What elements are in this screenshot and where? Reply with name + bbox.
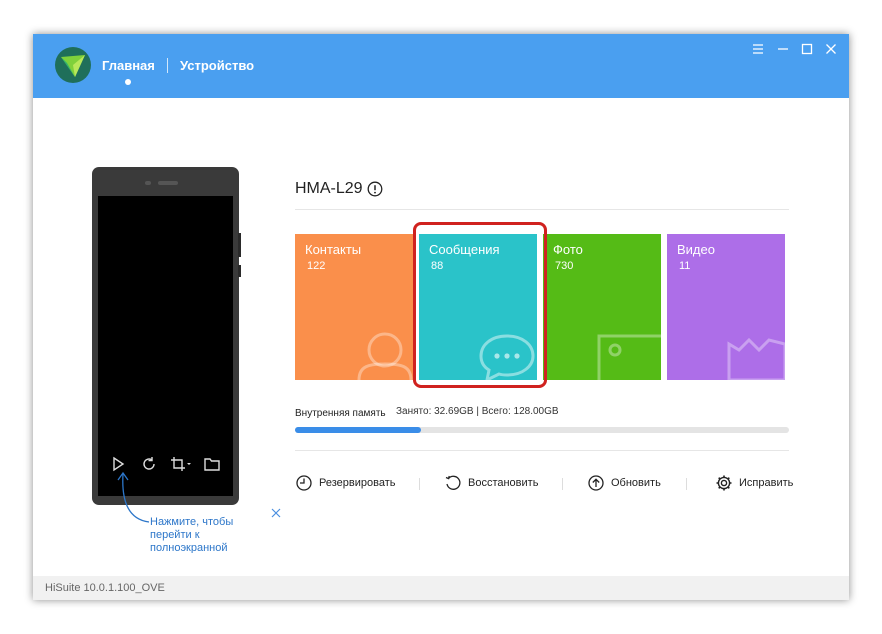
update-icon: [588, 475, 604, 491]
tile-video[interactable]: Видео 11: [667, 234, 785, 380]
tile-photos[interactable]: Фото 730: [543, 234, 661, 380]
status-bar: HiSuite 10.0.1.100_OVE: [33, 576, 849, 600]
minimize-icon[interactable]: [776, 42, 790, 56]
action-divider: [686, 478, 687, 490]
tile-contacts[interactable]: Контакты 122: [295, 234, 413, 380]
action-label: Обновить: [611, 477, 661, 489]
action-label: Резервировать: [319, 477, 396, 489]
info-icon[interactable]: [367, 181, 383, 197]
hisuite-logo: [55, 47, 91, 83]
divider: [295, 209, 789, 210]
tile-count: 122: [307, 260, 326, 272]
hint-arrow-icon: [117, 471, 150, 523]
folder-icon[interactable]: [203, 455, 221, 473]
main-content: Нажмите, чтобы перейти к полноэкранной H…: [33, 98, 849, 576]
divider: [295, 450, 789, 451]
action-label: Исправить: [739, 477, 794, 489]
action-label: Восстановить: [468, 477, 539, 489]
phone-camera: [145, 181, 151, 185]
phone-preview[interactable]: [92, 167, 241, 505]
storage-bar: [295, 427, 789, 433]
restore-icon: [445, 475, 461, 490]
gear-icon: [716, 475, 732, 491]
tile-label: Контакты: [305, 242, 362, 257]
crop-icon[interactable]: [170, 455, 192, 473]
device-model: HMA-L29: [295, 180, 363, 197]
backup-icon: [296, 475, 312, 491]
active-tab-indicator: [125, 79, 131, 85]
phone-screen[interactable]: [98, 196, 233, 496]
nav-divider: [167, 58, 168, 73]
storage-label: Внутренняя память: [295, 408, 386, 419]
phone-speaker: [158, 181, 178, 185]
menu-icon[interactable]: [751, 42, 765, 56]
contact-icon: [357, 332, 413, 380]
action-divider: [562, 478, 563, 490]
version-label: HiSuite 10.0.1.100_OVE: [45, 582, 165, 594]
tab-home[interactable]: Главная: [102, 58, 155, 73]
selection-highlight: [413, 222, 547, 388]
tile-count: 11: [679, 260, 691, 272]
tab-device[interactable]: Устройство: [180, 58, 254, 73]
tile-label: Фото: [553, 242, 583, 257]
action-divider: [419, 478, 420, 490]
fullscreen-hint: Нажмите, чтобы перейти к полноэкранной: [150, 516, 234, 553]
close-icon[interactable]: [824, 42, 838, 56]
title-bar: Главная Устройство: [33, 34, 849, 98]
video-icon: [727, 337, 785, 380]
tile-count: 730: [555, 260, 574, 272]
phone-volume-button: [238, 233, 241, 257]
hint-close-icon[interactable]: [271, 508, 281, 518]
phone-power-button: [238, 265, 241, 277]
photo-icon: [597, 334, 661, 380]
hisuite-window: Главная Устройство Нажмите, чтобы перейт…: [33, 34, 849, 600]
storage-bar-fill: [295, 427, 421, 433]
tile-label: Видео: [677, 242, 715, 257]
storage-values: Занято: 32.69GB | Всего: 128.00GB: [396, 406, 559, 417]
maximize-icon[interactable]: [800, 42, 814, 56]
